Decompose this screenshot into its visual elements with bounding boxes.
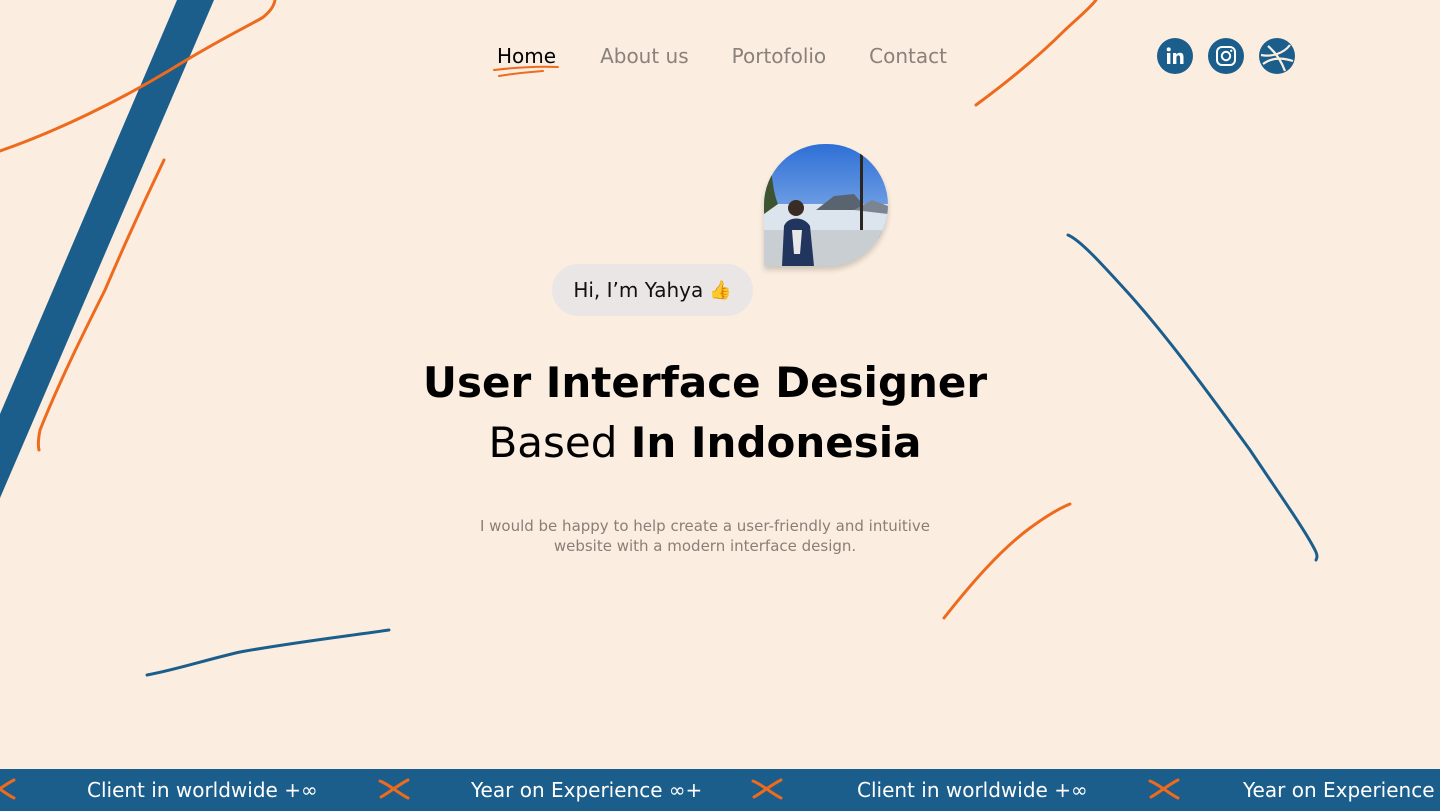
greeting-text: Hi, I’m Yahya	[573, 278, 704, 302]
dribbble-icon	[1260, 44, 1294, 72]
greeting-bubble: Hi, I’m Yahya 👍	[552, 264, 753, 316]
nav-home[interactable]: Home	[493, 42, 559, 77]
ticker-item: Year on Experience ∞+	[1243, 778, 1440, 802]
ticker-item: Client in worldwide +∞	[857, 778, 1088, 802]
stats-ticker: Client in worldwide +∞ Year on Experienc…	[0, 769, 1440, 811]
cross-icon	[751, 778, 783, 800]
orange-stroke-top-right	[974, 0, 1098, 107]
ticker-item: Client in worldwide +∞	[87, 778, 318, 802]
hero-subtitle-bold: In Indonesia	[630, 418, 922, 467]
cross-icon	[0, 778, 16, 800]
hero-subtitle-light: Based	[488, 418, 618, 467]
thumbs-up-icon: 👍	[709, 279, 732, 301]
social-links	[1157, 38, 1295, 74]
nav-portofolio-label: Portofolio	[731, 44, 827, 68]
orange-stroke-top-left	[0, 0, 277, 153]
instagram-icon	[1216, 46, 1236, 66]
orange-stroke-bottom-right	[942, 502, 1072, 620]
linkedin-icon	[1166, 47, 1184, 64]
active-underline-scribble	[493, 65, 559, 77]
hero-subtitle: Based In Indonesia	[0, 415, 1410, 471]
dribbble-button[interactable]	[1259, 38, 1295, 74]
profile-photo	[764, 144, 888, 266]
hero-description: I would be happy to help create a user-f…	[479, 517, 931, 555]
instagram-button[interactable]	[1208, 38, 1244, 74]
cross-icon	[1148, 778, 1180, 800]
linkedin-button[interactable]	[1157, 38, 1193, 74]
profile-photo-image	[764, 144, 888, 266]
nav-contact[interactable]: Contact	[869, 42, 947, 70]
blue-stroke-bottom-left	[145, 628, 391, 677]
ticker-item: Year on Experience ∞+	[471, 778, 703, 802]
nav-about-us[interactable]: About us	[600, 42, 689, 70]
hero-title: User Interface Designer	[422, 358, 988, 407]
nav-contact-label: Contact	[869, 44, 947, 68]
cross-icon	[378, 778, 410, 800]
nav-about-us-label: About us	[600, 44, 689, 68]
main-navigation: Home About us Portofolio Contact	[493, 42, 947, 77]
nav-portofolio[interactable]: Portofolio	[732, 42, 827, 70]
